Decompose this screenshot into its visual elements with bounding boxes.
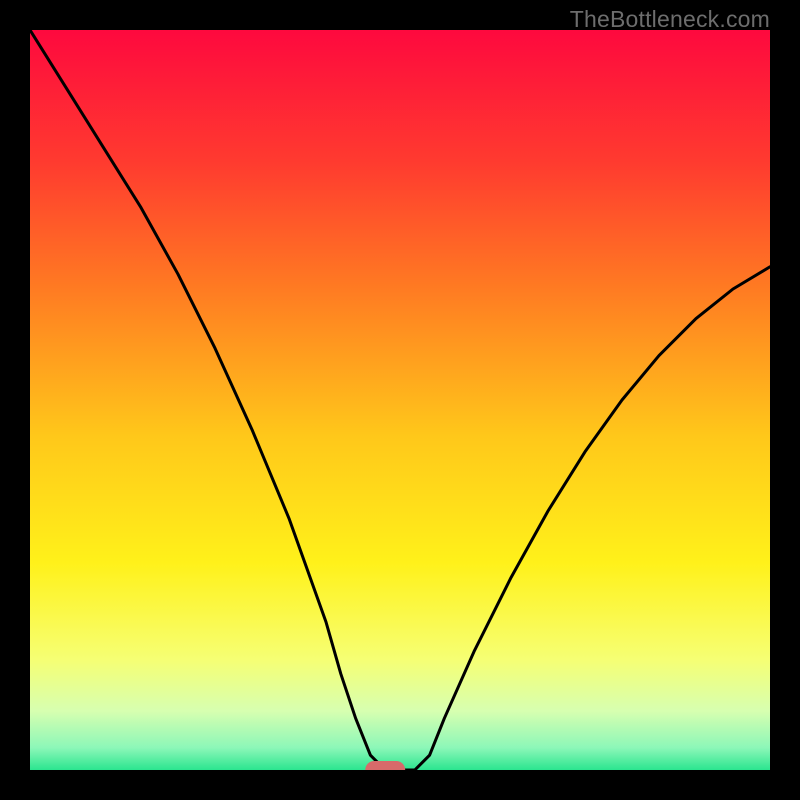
optimal-marker xyxy=(365,761,405,770)
watermark-text: TheBottleneck.com xyxy=(570,6,770,33)
plot-area xyxy=(30,30,770,770)
chart-frame: TheBottleneck.com xyxy=(0,0,800,800)
chart-svg xyxy=(30,30,770,770)
gradient-background xyxy=(30,30,770,770)
